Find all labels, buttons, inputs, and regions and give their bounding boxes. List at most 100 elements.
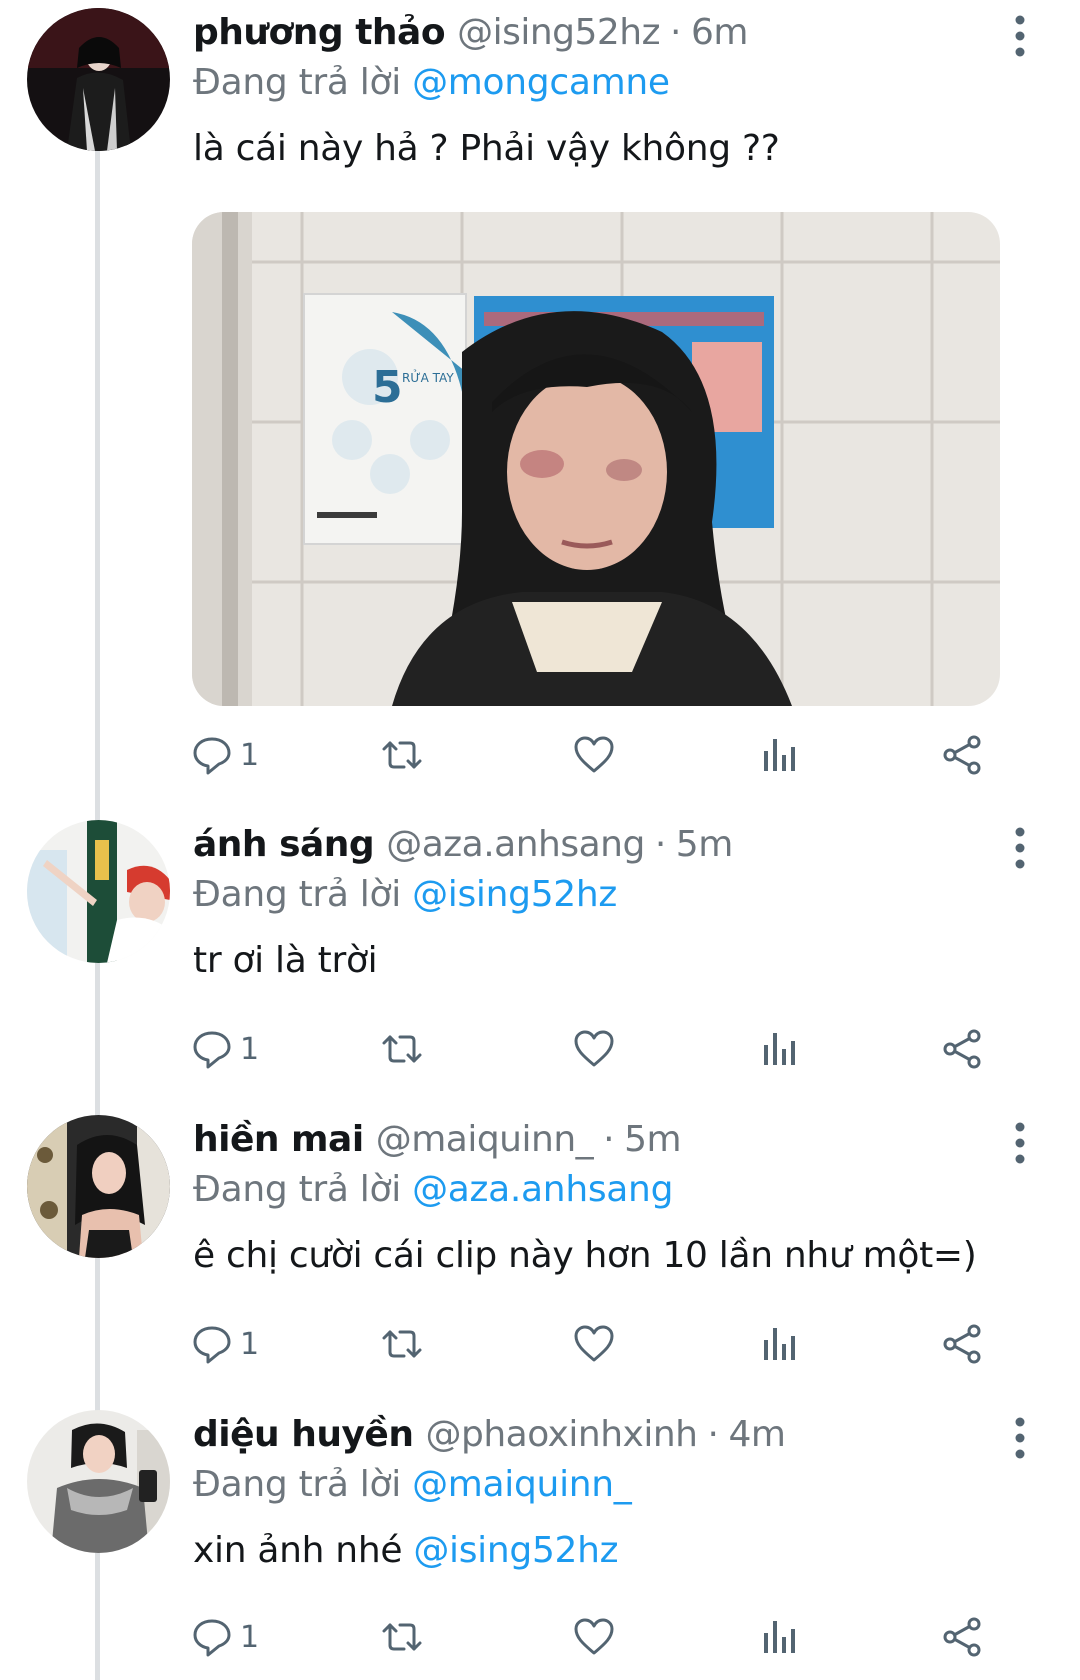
reply-icon [193,1326,231,1364]
retweet-icon [382,1035,422,1063]
reply-count: 1 [240,1619,260,1655]
retweet-icon [382,741,422,769]
more-options-icon [1015,827,1025,869]
avatar[interactable] [27,820,170,963]
reply-to-mention[interactable]: @aza.anhsang [412,1169,673,1210]
reply-count: 1 [240,737,260,773]
share-button[interactable] [940,1026,984,1072]
reply-button[interactable]: 1 [190,1614,259,1660]
more-options-button[interactable] [1005,14,1035,58]
reply-icon [193,1031,231,1069]
separator-dot: · [707,1414,719,1455]
more-options-button[interactable] [1005,1121,1035,1165]
display-name[interactable]: diệu huyền [193,1414,414,1455]
tweet-actions: 1 [190,1026,1020,1076]
tweet-media-image[interactable]: 5 RỬA TAY [192,212,1000,706]
share-button[interactable] [940,1321,984,1367]
timestamp[interactable]: 5m [624,1119,681,1160]
tweet-actions: 1 [190,1321,1020,1371]
tweet-text: tr ơi là trời [193,940,378,981]
tweet-text-content: là cái này hả ? Phải vậy không ?? [193,128,780,169]
tweet[interactable]: phương thảo @ising52hz · 6m Đang trả lời… [0,0,1080,780]
retweet-button[interactable] [380,1614,424,1660]
username[interactable]: @phaoxinhxinh [425,1414,698,1455]
reply-button[interactable]: 1 [190,1026,259,1072]
avatar[interactable] [27,1115,170,1258]
username[interactable]: @ising52hz [457,12,660,53]
more-options-button[interactable] [1005,1416,1035,1460]
analytics-button[interactable] [758,732,802,778]
share-icon [943,1324,981,1364]
reply-icon [193,737,231,775]
tweet-text: ê chị cười cái clip này hơn 10 lần như m… [193,1235,977,1276]
replying-to: Đang trả lời @ising52hz [193,874,617,915]
tweet-text-content: ê chị cười cái clip này hơn 10 lần như m… [193,1235,977,1276]
tweet-actions: 1 [190,1614,1020,1664]
separator-dot: · [603,1119,615,1160]
display-name[interactable]: ánh sáng [193,824,375,865]
analytics-icon [764,1328,795,1360]
poster-number: 5 [372,362,403,413]
analytics-button[interactable] [758,1026,802,1072]
more-options-icon [1015,1122,1025,1164]
tweet-text-content: xin ảnh nhé [193,1530,414,1571]
reply-to-mention[interactable]: @maiquinn_ [412,1464,632,1505]
tweet-header: hiền mai @maiquinn_ · 5m [193,1119,682,1169]
replying-label: Đang trả lời [193,62,401,103]
like-icon [574,736,614,773]
reply-icon [193,1619,231,1657]
like-button[interactable] [572,1614,616,1660]
retweet-button[interactable] [380,1026,424,1072]
reply-count: 1 [240,1031,260,1067]
avatar[interactable] [27,1410,170,1553]
share-button[interactable] [940,732,984,778]
tweet[interactable]: ánh sáng @aza.anhsang · 5m Đang trả lời … [0,812,1080,1102]
display-name[interactable]: hiền mai [193,1119,364,1160]
avatar[interactable] [27,8,170,151]
retweet-button[interactable] [380,732,424,778]
retweet-icon [382,1330,422,1358]
replying-to: Đang trả lời @aza.anhsang [193,1169,673,1210]
like-button[interactable] [572,1026,616,1072]
retweet-button[interactable] [380,1321,424,1367]
like-button[interactable] [572,732,616,778]
more-options-button[interactable] [1005,826,1035,870]
reply-to-mention[interactable]: @ising52hz [412,874,617,915]
share-button[interactable] [940,1614,984,1660]
tweet[interactable]: diệu huyền @phaoxinhxinh · 4m Đang trả l… [0,1402,1080,1662]
analytics-button[interactable] [758,1321,802,1367]
tweet-text: xin ảnh nhé @ising52hz [193,1530,619,1571]
share-icon [943,1617,981,1657]
like-button[interactable] [572,1321,616,1367]
analytics-button[interactable] [758,1614,802,1660]
display-name[interactable]: phương thảo [193,12,446,53]
analytics-icon [764,1033,795,1065]
reply-to-mention[interactable]: @mongcamne [412,62,670,103]
tweet-header: phương thảo @ising52hz · 6m [193,12,748,62]
reply-count: 1 [240,1326,260,1362]
analytics-icon [764,1621,795,1653]
separator-dot: · [670,12,681,53]
username[interactable]: @aza.anhsang [386,824,645,865]
replying-label: Đang trả lời [193,874,401,915]
retweet-icon [382,1623,422,1651]
reply-button[interactable]: 1 [190,1321,259,1367]
like-icon [574,1030,614,1067]
analytics-icon [764,739,795,771]
username[interactable]: @maiquinn_ [376,1119,594,1160]
timestamp[interactable]: 6m [691,12,748,53]
timestamp[interactable]: 4m [728,1414,785,1455]
tweet[interactable]: hiền mai @maiquinn_ · 5m Đang trả lời @a… [0,1107,1080,1397]
like-icon [574,1618,614,1655]
more-options-icon [1015,1417,1025,1459]
share-icon [943,1029,981,1069]
replying-label: Đang trả lời [193,1169,401,1210]
replying-label: Đang trả lời [193,1464,401,1505]
replying-to: Đang trả lời @maiquinn_ [193,1464,632,1505]
tweet-header: ánh sáng @aza.anhsang · 5m [193,824,733,874]
timestamp[interactable]: 5m [676,824,733,865]
reply-button[interactable]: 1 [190,732,259,778]
text-mention[interactable]: @ising52hz [413,1530,618,1571]
tweet-text-content: tr ơi là trời [193,940,378,981]
more-options-icon [1015,15,1025,57]
